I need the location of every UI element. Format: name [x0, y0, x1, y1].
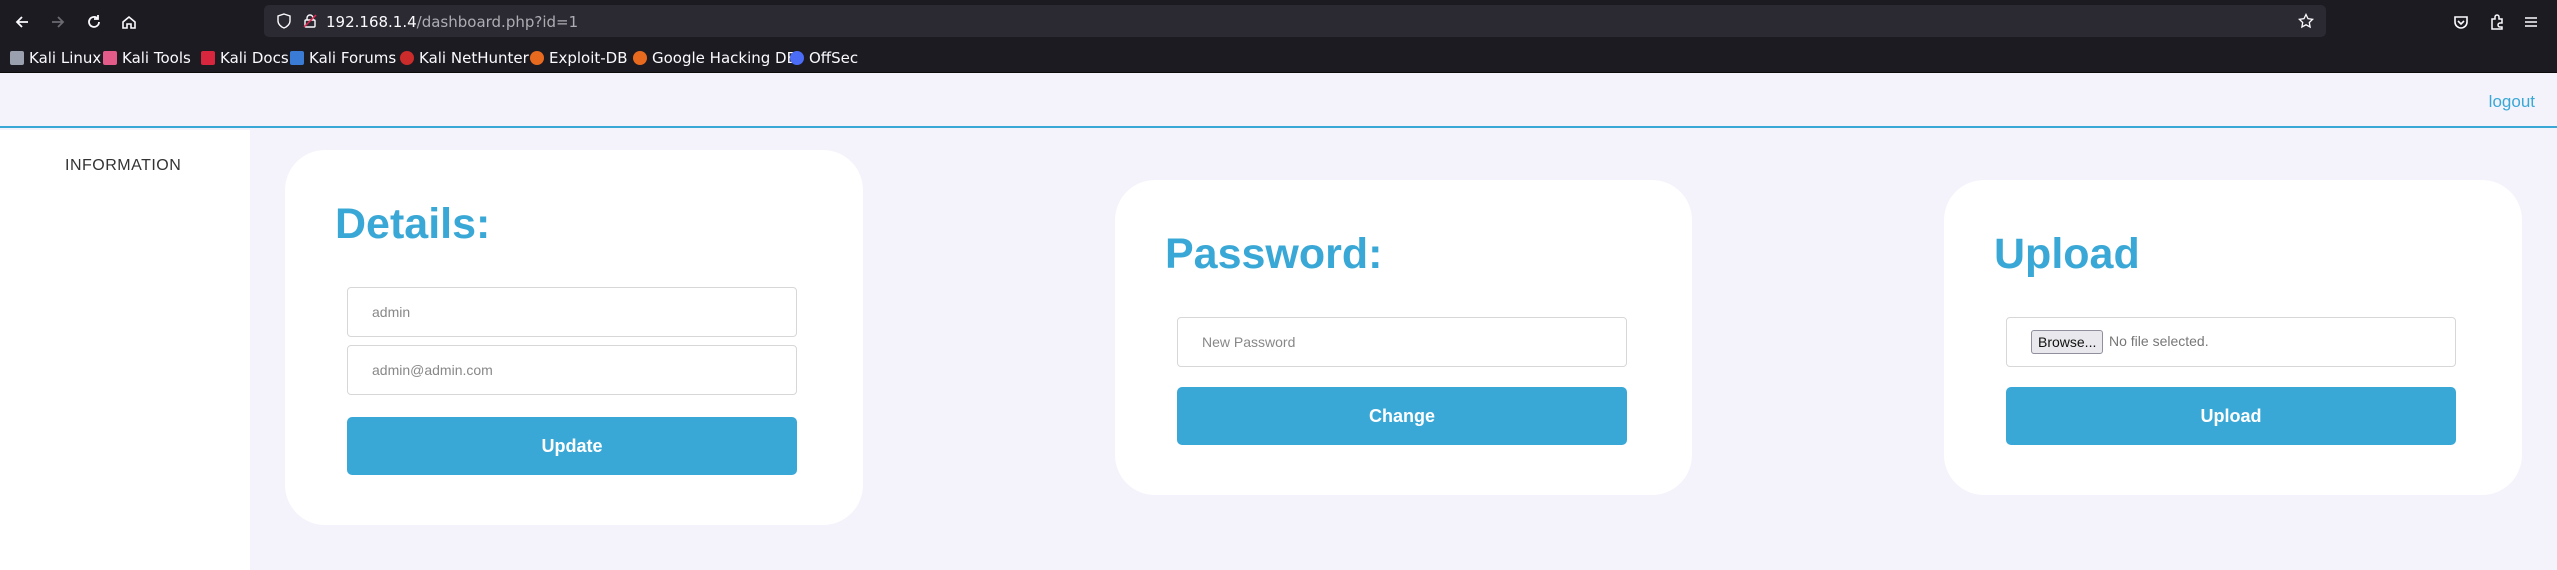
details-card: Details: admin admin@admin.com Update	[285, 150, 863, 525]
bookmark-kali-docs[interactable]: Kali Docs	[201, 49, 289, 67]
kali-tools-icon	[103, 51, 117, 65]
back-arrow-icon	[15, 16, 28, 28]
kali-dragon-icon	[10, 51, 24, 65]
file-input[interactable]: Browse... No file selected.	[2006, 317, 2456, 367]
pocket-icon	[2454, 16, 2468, 29]
bookmark-exploit-db[interactable]: Exploit-DB	[530, 49, 628, 67]
shield-icon[interactable]	[276, 13, 292, 29]
upload-button[interactable]: Upload	[2006, 387, 2456, 445]
pocket-button[interactable]	[2448, 9, 2474, 35]
forward-button[interactable]	[45, 9, 71, 35]
address-bar[interactable]: 192.168.1.4/dashboard.php?id=1	[264, 5, 2326, 37]
bookmark-label: Kali Forums	[309, 49, 397, 67]
offsec-icon	[790, 51, 804, 65]
bookmark-label: Exploit-DB	[549, 49, 628, 67]
password-card: Password: New Password Change	[1115, 180, 1692, 495]
bookmarks-bar: Kali Linux Kali Tools Kali Docs Kali For…	[0, 43, 2557, 73]
forward-arrow-icon	[52, 16, 65, 28]
new-password-field[interactable]: New Password	[1177, 317, 1627, 367]
bookmark-kali-tools[interactable]: Kali Tools	[103, 49, 191, 67]
home-icon	[122, 15, 136, 29]
details-title: Details:	[335, 200, 491, 248]
bookmark-kali-forums[interactable]: Kali Forums	[290, 49, 396, 67]
url-path: /dashboard.php?id=1	[416, 13, 579, 31]
kali-nethunter-icon	[400, 51, 414, 65]
menu-button[interactable]	[2518, 9, 2544, 35]
bookmark-kali-linux[interactable]: Kali Linux	[10, 49, 101, 67]
home-button[interactable]	[116, 9, 142, 35]
extensions-icon	[2491, 14, 2503, 30]
browse-button[interactable]: Browse...	[2031, 330, 2104, 354]
bookmark-google-hacking-db[interactable]: Google Hacking DB	[633, 49, 797, 67]
browser-toolbar: 192.168.1.4/dashboard.php?id=1	[0, 0, 2557, 43]
upload-title: Upload	[1994, 230, 2140, 278]
username-field[interactable]: admin	[347, 287, 797, 337]
bookmark-label: OffSec	[809, 49, 859, 67]
kali-forums-icon	[290, 51, 304, 65]
bookmark-offsec[interactable]: OffSec	[790, 49, 858, 67]
bookmark-label: Kali Docs	[220, 49, 289, 67]
bookmark-label: Kali Linux	[29, 49, 102, 67]
update-button[interactable]: Update	[347, 417, 797, 475]
upload-card: Upload Browse... No file selected. Uploa…	[1944, 180, 2522, 495]
page-header: logout	[0, 73, 2557, 128]
reload-icon	[88, 15, 100, 28]
file-status-text: No file selected.	[2109, 333, 2209, 349]
logout-link[interactable]: logout	[2489, 92, 2535, 112]
url-host: 192.168.1.4	[326, 13, 417, 31]
email-field[interactable]: admin@admin.com	[347, 345, 797, 395]
back-button[interactable]	[9, 9, 35, 35]
sidebar: INFORMATION	[0, 130, 250, 570]
bookmark-star-icon[interactable]	[2298, 13, 2314, 29]
sidebar-item-information[interactable]: INFORMATION	[65, 157, 181, 175]
extensions-button[interactable]	[2484, 9, 2510, 35]
ghdb-icon	[633, 51, 647, 65]
bookmark-kali-nethunter[interactable]: Kali NetHunter	[400, 49, 529, 67]
reload-button[interactable]	[81, 9, 107, 35]
url-text[interactable]: 192.168.1.4/dashboard.php?id=1	[326, 13, 578, 31]
bookmark-label: Kali Tools	[122, 49, 191, 67]
change-button[interactable]: Change	[1177, 387, 1627, 445]
bookmark-label: Kali NetHunter	[419, 49, 529, 67]
bookmark-label: Google Hacking DB	[652, 49, 797, 67]
lock-icon[interactable]	[302, 13, 318, 29]
exploit-db-icon	[530, 51, 544, 65]
hamburger-menu-icon	[2525, 17, 2537, 27]
password-title: Password:	[1165, 230, 1383, 278]
kali-docs-icon	[201, 51, 215, 65]
